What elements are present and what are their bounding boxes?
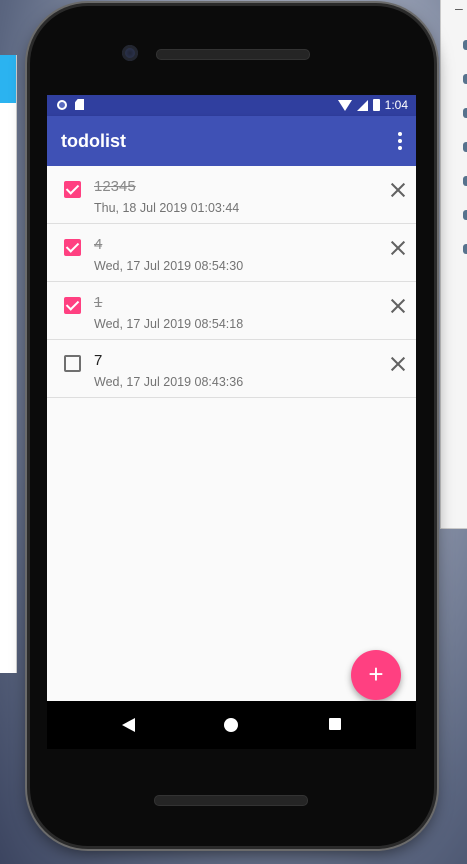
toolbar-icon[interactable] bbox=[463, 210, 467, 220]
page-title: todolist bbox=[61, 131, 126, 151]
minimize-icon[interactable]: – bbox=[455, 0, 463, 16]
front-camera bbox=[122, 45, 138, 61]
todo-item[interactable]: 12345 Thu, 18 Jul 2019 01:03:44 bbox=[47, 166, 416, 224]
overflow-menu-icon[interactable] bbox=[398, 132, 402, 150]
toolbar-icon[interactable] bbox=[463, 176, 467, 186]
background-window-left bbox=[0, 55, 17, 673]
notification-circle-icon bbox=[57, 99, 67, 110]
back-icon[interactable] bbox=[122, 718, 135, 732]
todo-timestamp: Wed, 17 Jul 2019 08:54:30 bbox=[94, 259, 244, 273]
sd-card-icon bbox=[75, 99, 84, 110]
toolbar-icon[interactable] bbox=[463, 244, 467, 254]
background-window-right: – bbox=[440, 0, 467, 529]
todo-title: 12345 bbox=[94, 178, 136, 195]
background-window-header bbox=[0, 55, 16, 103]
todo-checkbox[interactable] bbox=[64, 297, 81, 314]
add-icon: + bbox=[368, 659, 384, 689]
todo-checkbox[interactable] bbox=[64, 355, 81, 372]
todo-title: 4 bbox=[94, 236, 103, 253]
app-bar: todolist bbox=[47, 116, 416, 166]
todo-timestamp: Thu, 18 Jul 2019 01:03:44 bbox=[94, 201, 240, 215]
signal-icon bbox=[356, 99, 368, 111]
earpiece-speaker bbox=[156, 49, 310, 60]
bottom-speaker bbox=[154, 795, 308, 806]
toolbar-icon[interactable] bbox=[463, 40, 467, 50]
toolbar-icon[interactable] bbox=[463, 142, 467, 152]
close-icon[interactable] bbox=[391, 299, 405, 313]
recents-icon[interactable] bbox=[329, 718, 341, 730]
todo-item[interactable]: 7 Wed, 17 Jul 2019 08:43:36 bbox=[47, 340, 416, 398]
toolbar-icon[interactable] bbox=[463, 74, 467, 84]
todo-timestamp: Wed, 17 Jul 2019 08:54:18 bbox=[94, 317, 244, 331]
close-icon[interactable] bbox=[391, 183, 405, 197]
app-screen: 1:04 todolist 12345 Thu, 18 Jul 2019 01:… bbox=[47, 95, 416, 707]
todo-item[interactable]: 4 Wed, 17 Jul 2019 08:54:30 bbox=[47, 224, 416, 282]
status-time: 1:04 bbox=[384, 98, 408, 112]
battery-icon bbox=[372, 99, 380, 111]
todo-checkbox[interactable] bbox=[64, 181, 81, 198]
toolbar-icon[interactable] bbox=[463, 108, 467, 118]
navigation-bar bbox=[47, 701, 416, 749]
close-icon[interactable] bbox=[391, 357, 405, 371]
todo-item[interactable]: 1 Wed, 17 Jul 2019 08:54:18 bbox=[47, 282, 416, 340]
todo-title: 1 bbox=[94, 294, 103, 311]
todo-title: 7 bbox=[94, 352, 103, 369]
status-bar: 1:04 bbox=[47, 95, 416, 116]
todo-timestamp: Wed, 17 Jul 2019 08:43:36 bbox=[94, 375, 244, 389]
todo-list: 12345 Thu, 18 Jul 2019 01:03:44 4 Wed, 1… bbox=[47, 166, 416, 398]
close-icon[interactable] bbox=[391, 241, 405, 255]
todo-checkbox[interactable] bbox=[64, 239, 81, 256]
add-todo-button[interactable]: + bbox=[351, 650, 401, 700]
home-icon[interactable] bbox=[224, 718, 238, 732]
wifi-icon bbox=[337, 99, 352, 111]
